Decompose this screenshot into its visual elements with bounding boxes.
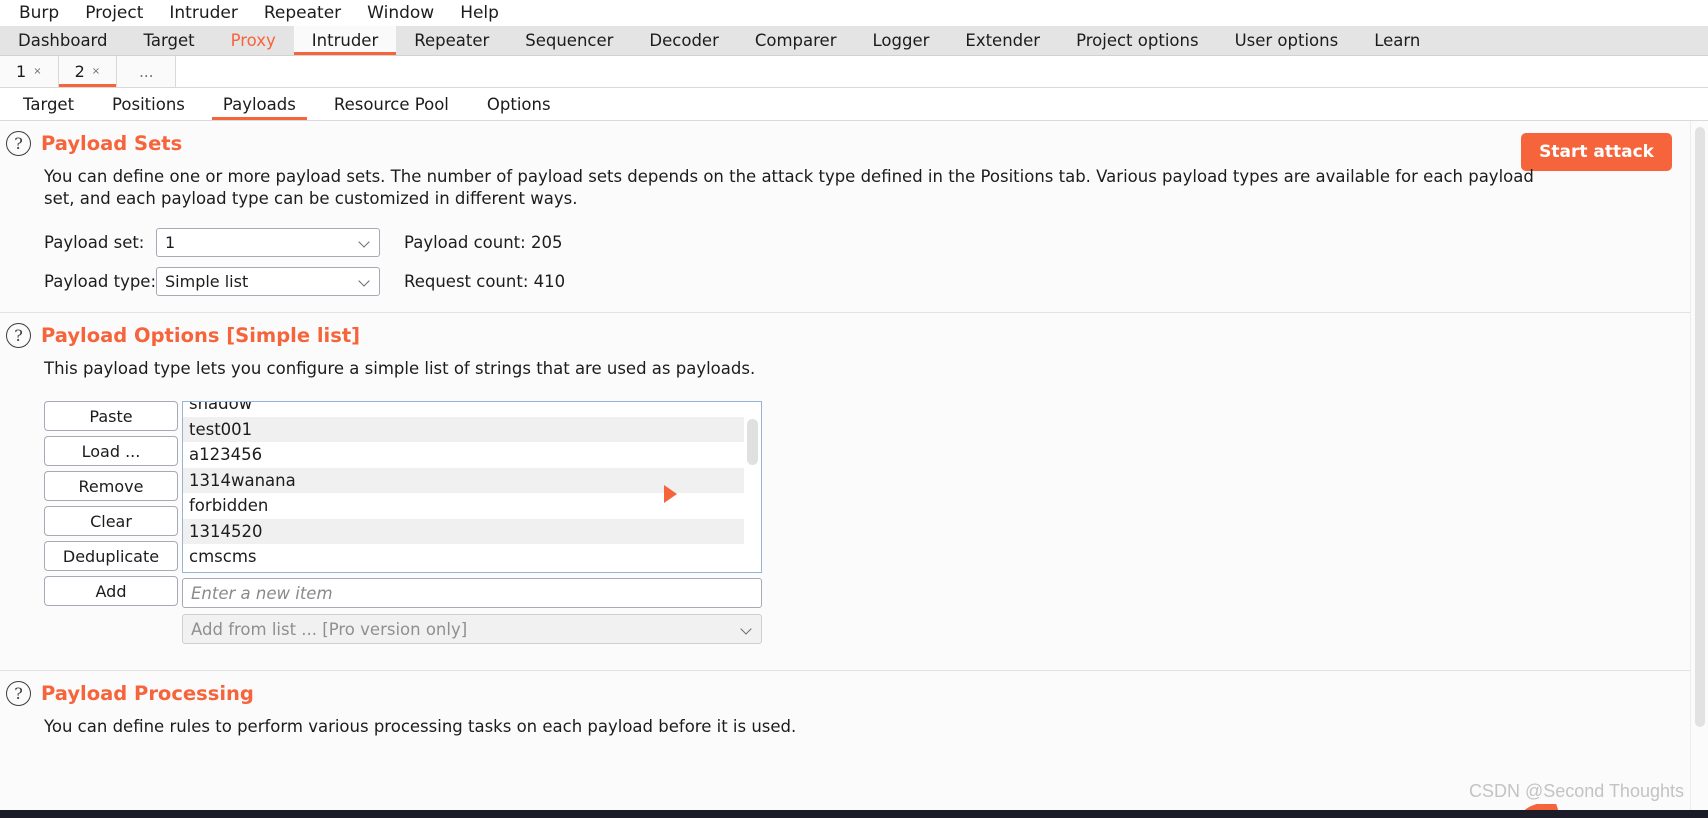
payload-processing-header: ? Payload Processing — [0, 671, 1690, 710]
menu-item-project[interactable]: Project — [72, 0, 156, 26]
help-icon[interactable]: ? — [6, 131, 31, 156]
menu-item-intruder[interactable]: Intruder — [156, 0, 250, 26]
annotation-arrow-icon — [664, 485, 677, 504]
request-count-label: Request count: 410 — [404, 271, 566, 291]
add-from-list-label: Add from list ... [Pro version only] — [191, 619, 468, 639]
tab-proxy[interactable]: Proxy — [213, 26, 294, 55]
tab-intruder[interactable]: Intruder — [293, 26, 397, 55]
payload-processing-body: You can define rules to perform various … — [0, 716, 1690, 738]
payload-processing-description: You can define rules to perform various … — [44, 717, 797, 737]
tab-repeater[interactable]: Repeater — [396, 26, 507, 55]
tab-project-options[interactable]: Project options — [1058, 26, 1216, 55]
payload-set-row: Payload set: 1 Payload count: 205 — [44, 227, 1644, 257]
payloads-panel: Start attack ? Payload Sets You can defi… — [0, 121, 1708, 818]
menu-bar: Burp Project Intruder Repeater Window He… — [0, 0, 1708, 26]
menu-item-repeater[interactable]: Repeater — [251, 0, 354, 26]
remove-button[interactable]: Remove — [44, 471, 178, 502]
simple-list-editor: Paste Load ... Remove Clear Deduplicate … — [44, 401, 1644, 645]
payload-processing-title: Payload Processing — [41, 682, 254, 706]
tab-extender[interactable]: Extender — [947, 26, 1058, 55]
main-tab-strip: Dashboard Target Proxy Intruder Repeater… — [0, 26, 1708, 56]
tab-logger[interactable]: Logger — [855, 26, 948, 55]
list-item[interactable]: a123456 — [183, 442, 761, 468]
payload-sets-description: You can define one or more payload sets.… — [44, 167, 1534, 208]
panel-scrollbar-thumb[interactable] — [1695, 127, 1705, 727]
payload-type-row: Payload type: Simple list Request count:… — [44, 266, 1644, 296]
payload-sets-body: You can define one or more payload sets.… — [0, 166, 1690, 296]
payload-type-label: Payload type: — [44, 271, 157, 291]
list-item[interactable]: test001 — [183, 416, 761, 443]
payload-options-description: This payload type lets you configure a s… — [44, 358, 756, 378]
payload-options-header: ? Payload Options [Simple list] — [0, 313, 1690, 352]
payload-options-section: ? Payload Options [Simple list] This pay… — [0, 313, 1690, 645]
payload-list-scrollbar-thumb[interactable] — [747, 419, 758, 466]
attack-tab-1-label: 1 — [16, 62, 27, 81]
help-icon[interactable]: ? — [6, 322, 31, 348]
add-button[interactable]: Add — [44, 576, 178, 607]
intruder-inner-tabs: Target Positions Payloads Resource Pool … — [0, 88, 1708, 121]
tab-dashboard[interactable]: Dashboard — [0, 26, 126, 55]
tab-sequencer[interactable]: Sequencer — [507, 26, 631, 55]
attack-tab-2-label: 2 — [74, 62, 85, 81]
tab-user-options[interactable]: User options — [1217, 26, 1357, 55]
tab-intruder-resource-pool[interactable]: Resource Pool — [315, 88, 468, 120]
chevron-down-icon — [359, 236, 371, 248]
panel-scrollbar[interactable] — [1690, 121, 1708, 818]
help-icon[interactable]: ? — [6, 681, 31, 707]
payload-processing-section: ? Payload Processing You can define rule… — [0, 671, 1690, 738]
load-button[interactable]: Load ... — [44, 436, 178, 467]
tab-intruder-payloads[interactable]: Payloads — [204, 88, 315, 120]
list-item[interactable]: 1314520 — [183, 518, 761, 545]
payload-sets-title: Payload Sets — [41, 132, 183, 155]
menu-item-window[interactable]: Window — [354, 0, 447, 26]
attack-tab-filler — [176, 56, 1708, 87]
payload-set-select[interactable]: 1 — [156, 227, 380, 257]
tab-intruder-target[interactable]: Target — [4, 88, 93, 120]
close-icon[interactable]: × — [92, 66, 100, 77]
add-item-row: Enter a new item — [182, 578, 762, 609]
deduplicate-button[interactable]: Deduplicate — [44, 541, 178, 572]
tab-intruder-positions[interactable]: Positions — [93, 88, 204, 120]
tab-target[interactable]: Target — [126, 26, 213, 55]
payload-sets-section: ? Payload Sets You can define one or mor… — [0, 121, 1690, 296]
payload-set-label: Payload set: — [44, 232, 145, 252]
window-bottom-bar — [0, 810, 1708, 818]
list-item[interactable]: shadow — [183, 402, 761, 417]
payload-sets-header: ? Payload Sets — [0, 121, 1690, 160]
attack-tab-strip: 1 × 2 × ... — [0, 56, 1708, 88]
attack-tab-1[interactable]: 1 × — [0, 56, 59, 87]
payload-set-value: 1 — [165, 232, 176, 252]
payload-sets-fields: Payload set: 1 Payload count: 205 Payloa… — [44, 227, 1644, 296]
new-item-input[interactable]: Enter a new item — [182, 578, 762, 609]
chevron-down-icon — [741, 623, 753, 635]
add-from-list-select[interactable]: Add from list ... [Pro version only] — [182, 614, 762, 645]
clear-button[interactable]: Clear — [44, 506, 178, 537]
attack-tab-more[interactable]: ... — [117, 56, 177, 87]
payload-options-body: This payload type lets you configure a s… — [0, 358, 1690, 645]
payload-type-select[interactable]: Simple list — [156, 266, 380, 296]
chevron-down-icon — [359, 275, 371, 287]
payload-type-value: Simple list — [165, 271, 249, 291]
payload-list-column: shadow test001 a123456 1314wanana forbid… — [182, 401, 762, 645]
menu-item-burp[interactable]: Burp — [6, 0, 72, 26]
tab-comparer[interactable]: Comparer — [737, 26, 855, 55]
tab-intruder-options[interactable]: Options — [468, 88, 570, 120]
menu-item-help[interactable]: Help — [447, 0, 512, 26]
tab-learn[interactable]: Learn — [1356, 26, 1438, 55]
payload-options-title: Payload Options [Simple list] — [41, 323, 361, 347]
paste-button[interactable]: Paste — [44, 401, 178, 432]
payloads-content: Start attack ? Payload Sets You can defi… — [0, 121, 1690, 818]
close-icon[interactable]: × — [33, 66, 41, 77]
attack-tab-2[interactable]: 2 × — [58, 56, 118, 87]
payload-list-buttons: Paste Load ... Remove Clear Deduplicate … — [44, 401, 178, 611]
list-item[interactable]: cmscms — [183, 544, 761, 570]
payload-count-label: Payload count: 205 — [404, 232, 563, 252]
tab-decoder[interactable]: Decoder — [631, 26, 736, 55]
burp-suite-window: Burp Project Intruder Repeater Window He… — [0, 0, 1708, 818]
